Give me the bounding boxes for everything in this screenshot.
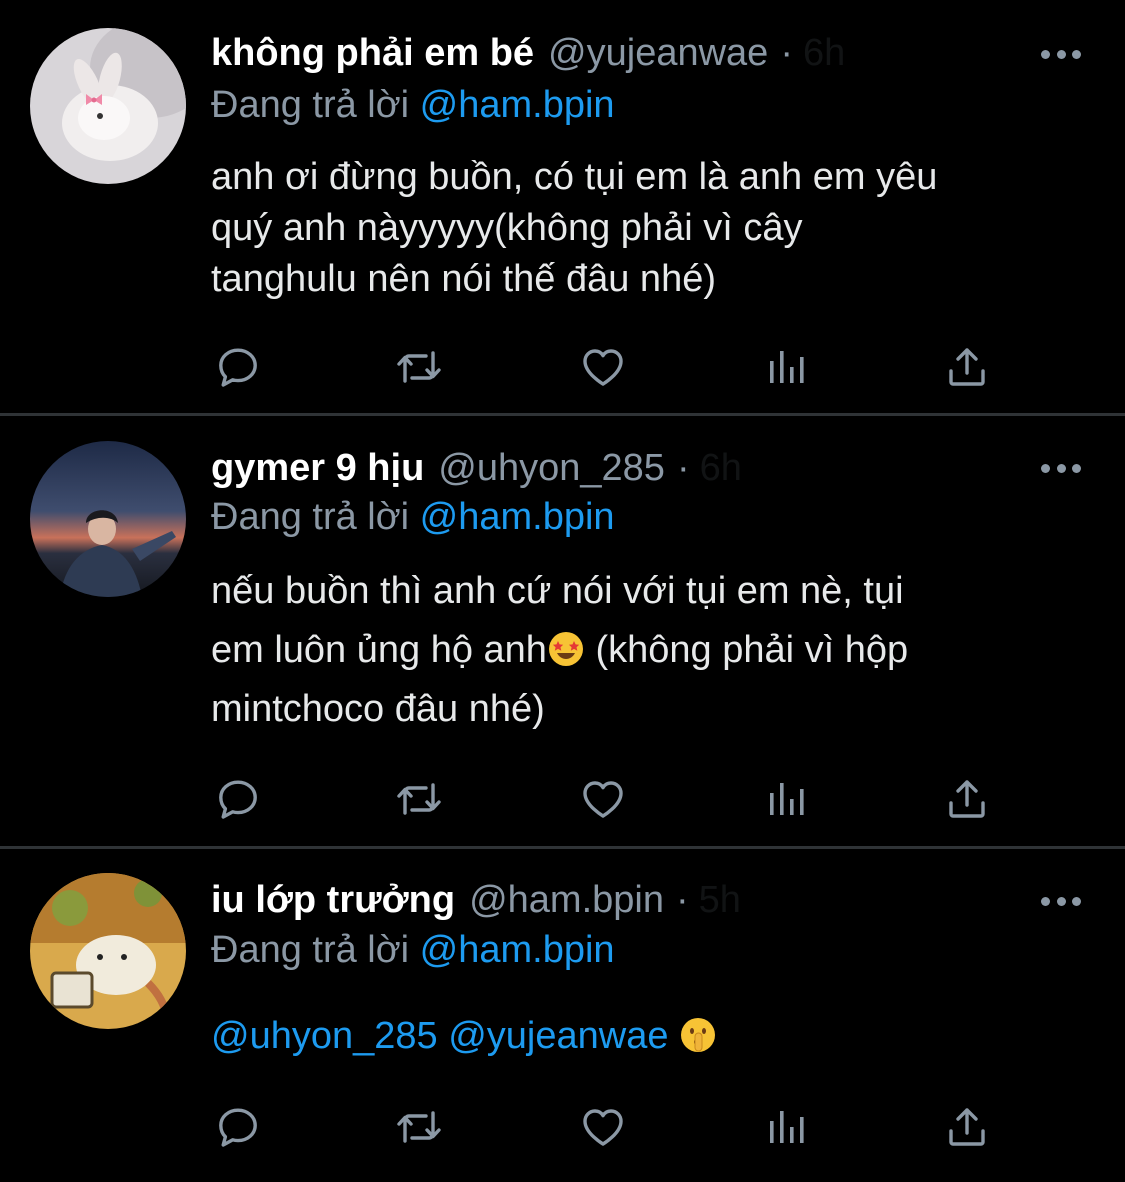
timestamp[interactable]: 6h	[700, 447, 742, 490]
like-icon[interactable]	[579, 1103, 627, 1151]
tweet-text: anh ơi đừng buồn, có tụi em là anh em yê…	[211, 152, 1081, 305]
tweet-actions	[0, 1103, 1125, 1151]
retweet-icon[interactable]	[395, 343, 443, 391]
tweet-actions	[0, 775, 1125, 823]
more-options-icon[interactable]	[1041, 44, 1081, 64]
user-handle[interactable]: @uhyon_285	[438, 447, 665, 490]
retweet-icon[interactable]	[395, 775, 443, 823]
timestamp[interactable]: 5h	[699, 879, 741, 922]
share-icon[interactable]	[943, 343, 991, 391]
replying-to: Đang trả lời @ham.bpin	[211, 929, 615, 972]
mention-link[interactable]: @uhyon_285	[211, 1015, 438, 1057]
tweet-actions	[0, 343, 1125, 391]
tweet-text-line: mintchoco đâu nhé)	[211, 688, 545, 730]
tweet[interactable]: gymer 9 hịu @uhyon_285 · 6h Đang trả lời…	[0, 416, 1125, 848]
tweet-text-segment: (không phải vì hộp	[584, 629, 909, 671]
tweet-text-line: tanghulu nên nói thế đâu nhé)	[211, 258, 716, 300]
replying-to-label: Đang trả lời	[211, 496, 410, 538]
tweet-text-line: anh ơi đừng buồn, có tụi em là anh em yê…	[211, 156, 938, 198]
reply-mention-link[interactable]: @ham.bpin	[420, 929, 615, 971]
mention-link[interactable]: @yujeanwae	[448, 1015, 668, 1057]
reply-mention-link[interactable]: @ham.bpin	[420, 84, 615, 126]
hamster-avatar[interactable]	[30, 873, 186, 1029]
replying-to: Đang trả lời @ham.bpin	[211, 496, 615, 539]
tweet[interactable]: iu lớp trưởng @ham.bpin · 5h Đang trả lờ…	[0, 849, 1125, 1182]
shushing-face-emoji-icon	[679, 1016, 717, 1054]
bunny-avatar[interactable]	[30, 28, 186, 184]
reply-icon[interactable]	[214, 775, 262, 823]
reply-icon[interactable]	[214, 343, 262, 391]
user-handle[interactable]: @yujeanwae	[548, 32, 768, 75]
like-icon[interactable]	[579, 343, 627, 391]
user-handle[interactable]: @ham.bpin	[469, 879, 664, 922]
tweet-text-line: nếu buồn thì anh cứ nói với tụi em nè, t…	[211, 570, 904, 612]
timestamp[interactable]: 6h	[803, 32, 845, 75]
tweet-text-segment: em luôn ủng hộ anh	[211, 629, 547, 671]
analytics-icon[interactable]	[762, 1103, 810, 1151]
tweet-text: @uhyon_285 @yujeanwae	[211, 1011, 1081, 1061]
replying-to: Đang trả lời @ham.bpin	[211, 84, 615, 127]
display-name[interactable]: iu lớp trưởng	[211, 879, 455, 922]
replying-to-label: Đang trả lời	[211, 84, 410, 126]
replying-to-label: Đang trả lời	[211, 929, 410, 971]
sunset-person-avatar[interactable]	[30, 441, 186, 597]
separator-dot: ·	[780, 31, 793, 74]
reply-mention-link[interactable]: @ham.bpin	[420, 496, 615, 538]
tweet-text: nếu buồn thì anh cứ nói với tụi em nè, t…	[211, 562, 1081, 739]
more-options-icon[interactable]	[1041, 458, 1081, 478]
tweet[interactable]: không phải em bé @yujeanwae · 6h Đang tr…	[0, 0, 1125, 415]
reply-icon[interactable]	[214, 1103, 262, 1151]
tweet-text-line: quý anh nàyyyyy(không phải vì cây	[211, 207, 803, 249]
display-name[interactable]: không phải em bé	[211, 32, 534, 75]
share-icon[interactable]	[943, 775, 991, 823]
share-icon[interactable]	[943, 1103, 991, 1151]
more-options-icon[interactable]	[1041, 891, 1081, 911]
analytics-icon[interactable]	[762, 775, 810, 823]
tweet-text-line: em luôn ủng hộ anh (không phải vì hộp	[211, 621, 1081, 680]
star-struck-emoji-icon	[547, 627, 585, 666]
analytics-icon[interactable]	[762, 343, 810, 391]
display-name[interactable]: gymer 9 hịu	[211, 447, 424, 490]
like-icon[interactable]	[579, 775, 627, 823]
retweet-icon[interactable]	[395, 1103, 443, 1151]
separator-dot: ·	[676, 446, 690, 489]
separator-dot: ·	[675, 878, 689, 921]
